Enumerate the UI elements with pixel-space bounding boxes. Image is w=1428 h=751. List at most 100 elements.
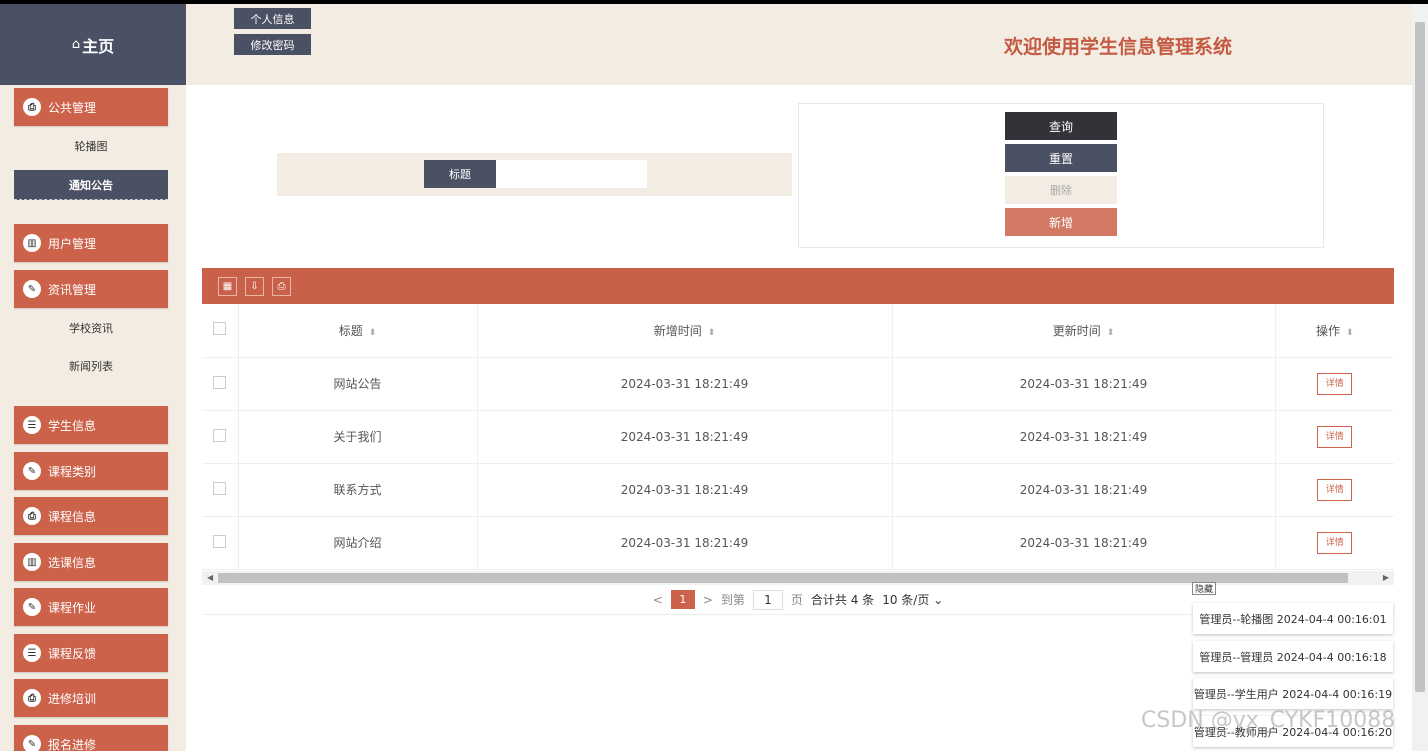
- updated-cell: 2024-03-31 18:21:49: [892, 357, 1276, 411]
- sidebar-item-course-category[interactable]: ✎ 课程类别: [14, 452, 168, 490]
- scroll-right-icon[interactable]: ▶: [1383, 571, 1389, 585]
- title-search-input[interactable]: [496, 160, 647, 188]
- sidebar-item-feedback[interactable]: ☰ 课程反馈: [14, 634, 168, 672]
- printer-icon: ⎙: [23, 689, 41, 707]
- page-unit-label: 页: [790, 593, 803, 607]
- search-bar: 标题: [277, 153, 792, 196]
- sidebar-item-news[interactable]: ✎ 资讯管理: [14, 270, 168, 308]
- printer-icon: ⎙: [23, 98, 41, 116]
- current-page[interactable]: 1: [670, 590, 695, 609]
- home-icon: ⌂: [71, 37, 81, 52]
- print-icon[interactable]: ⎙: [272, 277, 291, 296]
- reset-button[interactable]: 重置: [1005, 144, 1117, 172]
- column-header[interactable]: 新增时间 ⬍: [477, 304, 893, 358]
- sidebar-sub-notice[interactable]: 通知公告: [14, 170, 168, 200]
- profile-button[interactable]: 个人信息: [234, 8, 311, 29]
- detail-button[interactable]: 详情: [1317, 425, 1353, 448]
- log-entry: 管理员--学生用户 2024-04-4 00:16:19: [1193, 678, 1393, 709]
- created-cell: 2024-03-31 18:21:49: [477, 357, 893, 411]
- edit-icon: ✎: [23, 598, 41, 616]
- sidebar-sub-carousel[interactable]: 轮播图: [14, 131, 168, 161]
- hide-log-button[interactable]: 隐藏: [1192, 582, 1216, 595]
- sort-icon[interactable]: ⬍: [1346, 328, 1354, 338]
- vertical-scrollbar[interactable]: [1412, 4, 1428, 751]
- sidebar-sub-school-news[interactable]: 学校资讯: [14, 313, 168, 343]
- header: 个人信息 修改密码 欢迎使用学生信息管理系统: [186, 4, 1412, 85]
- updated-cell: 2024-03-31 18:21:49: [892, 463, 1276, 517]
- sidebar-item-label: 课程作业: [48, 600, 97, 615]
- sort-icon[interactable]: ⬍: [708, 328, 716, 338]
- table-toolbar: ▦ ⇩ ⎙: [202, 268, 1394, 304]
- row-checkbox[interactable]: [213, 428, 227, 442]
- created-cell: 2024-03-31 18:21:49: [477, 410, 893, 464]
- column-title: 操作: [1315, 323, 1340, 338]
- sidebar-item-label: 学生信息: [48, 418, 97, 433]
- next-page-button[interactable]: >: [703, 593, 713, 607]
- row-checkbox[interactable]: [213, 534, 227, 548]
- created-cell: 2024-03-31 18:21:49: [477, 463, 893, 517]
- add-button[interactable]: 新增: [1005, 208, 1117, 236]
- sidebar-item-course-info[interactable]: ⎙ 课程信息: [14, 497, 168, 535]
- sidebar-item-enrollment[interactable]: ▥ 选课信息: [14, 543, 168, 581]
- sidebar-item-label: 公共管理: [48, 100, 97, 115]
- home-link[interactable]: ⌂ 主页: [0, 4, 186, 85]
- edit-icon: ✎: [23, 735, 41, 751]
- watermark: CSDN @vx_CYKF10088: [1141, 708, 1396, 733]
- document-icon: ☰: [23, 416, 41, 434]
- edit-icon: ✎: [23, 462, 41, 480]
- total-count: 合计共 4 条: [810, 593, 875, 607]
- detail-button[interactable]: 详情: [1317, 478, 1353, 501]
- export-icon[interactable]: ⇩: [245, 277, 264, 296]
- action-cell: 详情: [1275, 516, 1394, 570]
- page-size-select[interactable]: 10 条/页 ⌄: [882, 591, 943, 608]
- table-row: 联系方式 2024-03-31 18:21:49 2024-03-31 18:2…: [202, 463, 1394, 517]
- query-button[interactable]: 查询: [1005, 112, 1117, 140]
- notice-table: 标题 ⬍ 新增时间 ⬍ 更新时间 ⬍ 操作 ⬍ 网站公告 2024-03-31 18:2…: [202, 304, 1394, 570]
- sidebar-item-students[interactable]: ☰ 学生信息: [14, 406, 168, 444]
- table-row: 关于我们 2024-03-31 18:21:49 2024-03-31 18:2…: [202, 410, 1394, 464]
- sidebar-item-label: 选课信息: [48, 555, 97, 570]
- prev-page-button[interactable]: <: [653, 593, 663, 607]
- scroll-thumb[interactable]: [218, 573, 1348, 583]
- sort-icon[interactable]: ⬍: [369, 328, 377, 338]
- sort-icon[interactable]: ⬍: [1107, 328, 1115, 338]
- detail-button[interactable]: 详情: [1317, 372, 1353, 395]
- sidebar-item-users[interactable]: ▥ 用户管理: [14, 224, 168, 262]
- row-checkbox[interactable]: [213, 375, 227, 389]
- page-jump-input[interactable]: 1: [752, 589, 783, 610]
- welcome-title: 欢迎使用学生信息管理系统: [1004, 36, 1233, 58]
- change-password-button[interactable]: 修改密码: [234, 34, 311, 55]
- column-header[interactable]: 标题 ⬍: [238, 304, 478, 358]
- column-title: 标题: [338, 323, 363, 338]
- updated-cell: 2024-03-31 18:21:49: [892, 410, 1276, 464]
- row-checkbox[interactable]: [213, 481, 227, 495]
- action-panel: 查询 重置 删除 新增: [798, 103, 1324, 248]
- sidebar-sub-news-list[interactable]: 新闻列表: [14, 351, 168, 381]
- sidebar-item-label: 课程类别: [48, 464, 97, 479]
- sidebar-item-public[interactable]: ⎙ 公共管理: [14, 88, 168, 126]
- column-header[interactable]: 更新时间 ⬍: [892, 304, 1276, 358]
- scroll-left-icon[interactable]: ◀: [207, 571, 213, 585]
- sidebar: ⌂ 主页 ⎙ 公共管理 轮播图 通知公告 ▥ 用户管理 ✎ 资讯管理 学校资讯 …: [0, 4, 186, 751]
- row-select-cell: [202, 463, 239, 517]
- sidebar-item-label: 资讯管理: [48, 282, 97, 297]
- row-select-cell: [202, 516, 239, 570]
- select-all-cell: [202, 304, 239, 358]
- sidebar-item-homework[interactable]: ✎ 课程作业: [14, 588, 168, 626]
- sidebar-item-training-signup[interactable]: ✎ 报名进修: [14, 725, 168, 751]
- delete-button[interactable]: 删除: [1005, 176, 1117, 204]
- edit-icon: ✎: [23, 280, 41, 298]
- chevron-down-icon: ⌄: [933, 593, 944, 607]
- home-label: 主页: [82, 36, 115, 56]
- column-header[interactable]: 操作 ⬍: [1275, 304, 1394, 358]
- created-cell: 2024-03-31 18:21:49: [477, 516, 893, 570]
- scroll-thumb[interactable]: [1415, 22, 1425, 692]
- detail-button[interactable]: 详情: [1317, 531, 1353, 554]
- sidebar-item-label: 课程反馈: [48, 646, 97, 661]
- columns-icon[interactable]: ▦: [218, 277, 237, 296]
- sidebar-item-label: 用户管理: [48, 236, 97, 251]
- sidebar-item-training[interactable]: ⎙ 进修培训: [14, 679, 168, 717]
- column-title: 更新时间: [1052, 323, 1101, 338]
- goto-label: 到第: [720, 593, 745, 607]
- select-all-checkbox[interactable]: [213, 322, 227, 336]
